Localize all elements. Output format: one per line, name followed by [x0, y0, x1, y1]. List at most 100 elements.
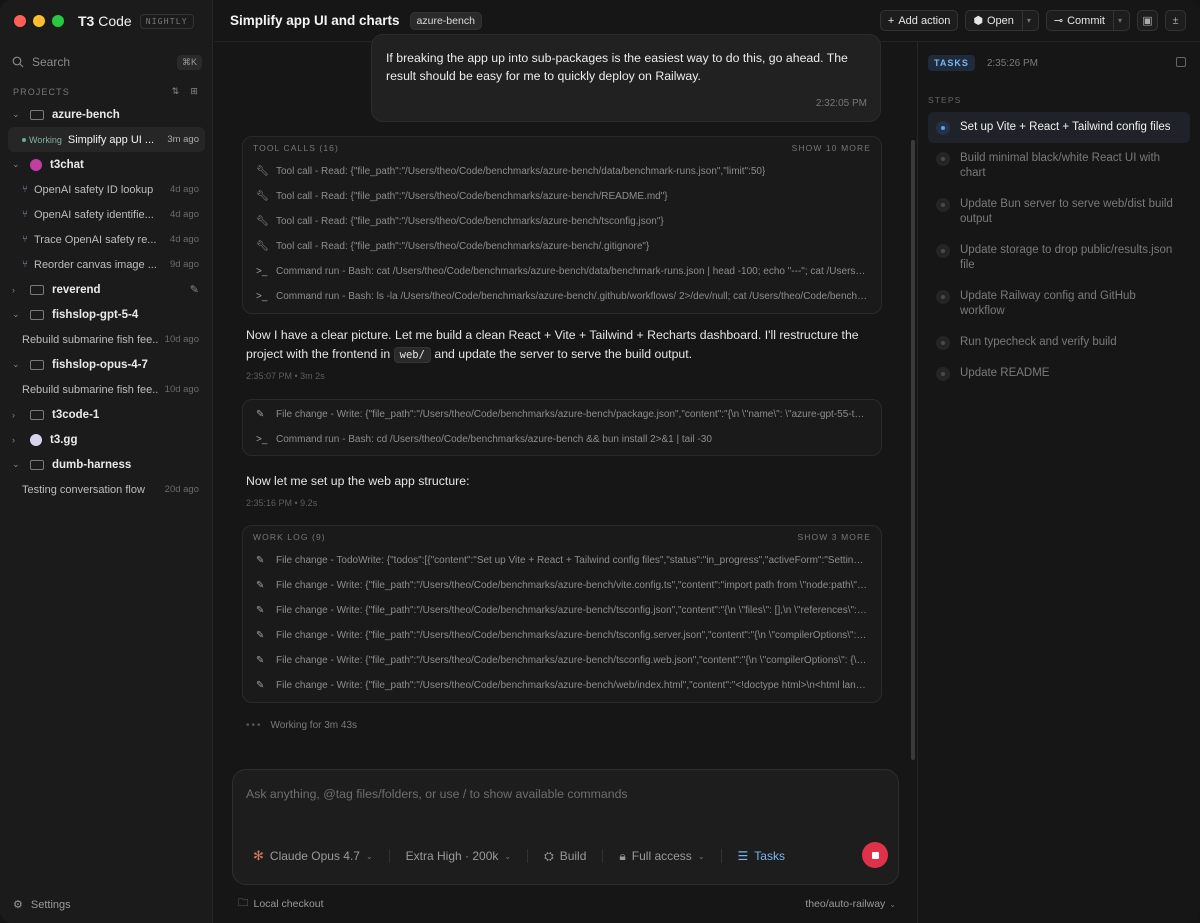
user-message-text: If breaking the app up into sub-packages…: [386, 51, 848, 83]
tool-calls-card: TOOL CALLS (16) SHOW 10 MORE 🔧︎ Tool call…: [242, 136, 882, 314]
log-row[interactable]: ✎ File change - Write: {"file_path":"/Use…: [243, 573, 881, 598]
project-t3chat[interactable]: ⌄ t3chat: [0, 152, 213, 177]
settings-button[interactable]: ⚙ Settings: [13, 898, 71, 912]
log-row[interactable]: ✎ File change - Write: {"file_path":"/Use…: [243, 598, 881, 623]
edit-icon: ✎: [256, 630, 265, 641]
terminal-toggle-button[interactable]: ▣: [1137, 10, 1158, 31]
pending-icon: [936, 152, 950, 166]
project-fishslop-opus-4-7[interactable]: ⌄ fishslop-opus-4-7: [0, 352, 213, 377]
chevron-down-icon[interactable]: ▾: [1027, 16, 1031, 25]
log-row[interactable]: 🔧︎ Tool call - Read: {"file_path":"/Users…: [243, 234, 881, 259]
assistant-text: and update the server to serve the build…: [430, 347, 693, 361]
chevron-down-icon[interactable]: ▾: [1118, 16, 1122, 25]
minimize-window-button[interactable]: [33, 15, 45, 27]
show-more-button[interactable]: SHOW 10 MORE: [792, 143, 871, 153]
project-t3code-1[interactable]: › t3code-1: [0, 402, 213, 427]
add-action-button[interactable]: + Add action: [879, 10, 959, 31]
composer-placeholder[interactable]: Ask anything, @tag files/folders, or use…: [246, 787, 628, 801]
thread-item[interactable]: ⑂ Trace OpenAI safety re... 4d ago: [0, 227, 213, 252]
project-fishslop-gpt-5-4[interactable]: ⌄ fishslop-gpt-5-4: [0, 302, 213, 327]
search-button[interactable]: Search ⌘K: [12, 52, 202, 72]
branch-picker[interactable]: theo/auto-railway: [805, 898, 885, 910]
scrollbar[interactable]: [911, 140, 915, 760]
pull-request-icon: ⑂: [22, 209, 28, 220]
log-row[interactable]: ✎ File change - TodoWrite: {"todos":[{"co…: [243, 548, 881, 573]
pending-icon: [936, 244, 950, 258]
open-label: Open: [986, 14, 1014, 27]
log-row[interactable]: ✎ File change - Write: {"file_path":"/Use…: [243, 673, 881, 698]
log-row[interactable]: 🔧︎ Tool call - Read: {"file_path":"/Users…: [243, 209, 881, 234]
user-message-time: 2:32:05 PM: [815, 98, 867, 109]
access-picker[interactable]: 🔒︎ Full access ⌄: [619, 849, 704, 864]
show-more-button[interactable]: SHOW 3 MORE: [798, 532, 872, 542]
chevron-down-icon: ⌄: [12, 309, 20, 319]
log-row[interactable]: 🔧︎ Tool call - Read: {"file_path":"/Users…: [243, 159, 881, 184]
effort-picker[interactable]: Extra High · 200k ⌄: [406, 849, 511, 863]
thread-item[interactable]: Rebuild submarine fish fee... 10d ago: [0, 377, 213, 402]
thread-item[interactable]: ⑂ Reorder canvas image ... 9d ago: [0, 252, 213, 277]
project-name: t3chat: [50, 158, 84, 171]
thread-item-active[interactable]: Working Simplify app UI ... 3m ago: [8, 127, 205, 152]
log-row[interactable]: >_ Command run - Bash: cat /Users/theo/Co…: [243, 259, 881, 284]
stop-button[interactable]: [862, 842, 888, 868]
folder-icon: [30, 459, 44, 470]
mode-picker[interactable]: ⛭ Build: [544, 849, 586, 864]
steps-list: Set up Vite + React + Tailwind config fi…: [928, 112, 1190, 389]
thread-title: Trace OpenAI safety re...: [34, 233, 157, 246]
sidebar: T3 Code NIGHTLY Search ⌘K PROJECTS ⇅ ⊞ ⌄…: [0, 0, 213, 923]
log-row[interactable]: ✎ File change - Write: {"file_path":"/Use…: [243, 402, 881, 427]
log-row-text: File change - Write: {"file_path":"/User…: [276, 580, 868, 591]
tasks-toggle[interactable]: ☰ Tasks: [738, 849, 785, 863]
checkout-label[interactable]: Local checkout: [254, 898, 324, 910]
thread-item[interactable]: ⑂ OpenAI safety identifie... 4d ago: [0, 202, 213, 227]
thread-title: Reorder canvas image ...: [34, 258, 157, 271]
thread-title: Rebuild submarine fish fee...: [22, 383, 159, 396]
add-action-label: Add action: [898, 14, 951, 27]
repo-chip[interactable]: azure-bench: [409, 11, 482, 30]
thread-age: 4d ago: [169, 184, 199, 195]
chevron-down-icon: ⌄: [12, 359, 20, 369]
edit-icon: ✎: [256, 680, 265, 691]
working-text: Working for 3m 43s: [270, 720, 358, 731]
project-azure-bench[interactable]: ⌄ azure-bench: [0, 102, 213, 127]
new-thread-icon[interactable]: ✎: [190, 283, 199, 296]
inline-code: web/: [393, 347, 431, 363]
log-row[interactable]: ✎ File change - Write: {"file_path":"/Use…: [243, 623, 881, 648]
model-picker[interactable]: ✻ Claude Opus 4.7 ⌄: [253, 848, 373, 864]
step-text: Update Railway config and GitHub workflo…: [960, 290, 1136, 317]
log-row-text: Tool call - Read: {"file_path":"/Users/t…: [276, 191, 668, 202]
add-folder-icon[interactable]: ⊞: [190, 86, 199, 97]
steps-label: STEPS: [928, 95, 962, 105]
chevron-right-icon: ›: [12, 434, 15, 445]
sort-icon[interactable]: ⇅: [172, 86, 181, 97]
project-name: fishslop-gpt-5-4: [52, 308, 139, 321]
step-text: Update README: [960, 367, 1050, 379]
thread-title: OpenAI safety identifie...: [34, 208, 154, 221]
commit-button[interactable]: ⊸ Commit ▾: [1045, 10, 1130, 31]
chevron-down-icon: ⌄: [12, 109, 20, 119]
diff-toggle-button[interactable]: ±: [1165, 10, 1186, 31]
log-row-text: Command run - Bash: ls -la /Users/theo/C…: [276, 291, 868, 302]
log-row[interactable]: 🔧︎ Tool call - Read: {"file_path":"/Users…: [243, 184, 881, 209]
thread-item[interactable]: ⑂ OpenAI safety ID lookup 4d ago: [0, 177, 213, 202]
loading-dots-icon: •••: [246, 720, 263, 731]
composer[interactable]: Ask anything, @tag files/folders, or use…: [232, 769, 899, 885]
panel-toggle-icon[interactable]: [1176, 57, 1186, 67]
thread-age: 9d ago: [169, 259, 199, 270]
effort-label: Extra High · 200k: [405, 849, 499, 863]
model-label: Claude Opus 4.7: [269, 849, 360, 863]
composer-footer: 🗀 Local checkout theo/auto-railway ⌄: [238, 895, 896, 913]
log-row[interactable]: >_ Command run - Bash: cd /Users/theo/Cod…: [243, 427, 881, 452]
thread-item[interactable]: Rebuild submarine fish fee... 10d ago: [0, 327, 213, 352]
project-dumb-harness[interactable]: ⌄ dumb-harness: [0, 452, 213, 477]
close-window-button[interactable]: [14, 15, 26, 27]
log-row[interactable]: ✎ File change - Write: {"file_path":"/Use…: [243, 648, 881, 673]
project-t3gg[interactable]: › t3.gg: [0, 427, 213, 452]
project-reverend[interactable]: › reverend ✎: [0, 277, 213, 302]
zoom-window-button[interactable]: [52, 15, 64, 27]
thread-item[interactable]: Testing conversation flow 20d ago: [0, 477, 213, 502]
stop-icon: [871, 851, 879, 859]
pull-request-icon: ⑂: [22, 234, 28, 245]
open-button[interactable]: ⬢ Open ▾: [965, 10, 1039, 31]
log-row[interactable]: >_ Command run - Bash: ls -la /Users/theo…: [243, 284, 881, 309]
